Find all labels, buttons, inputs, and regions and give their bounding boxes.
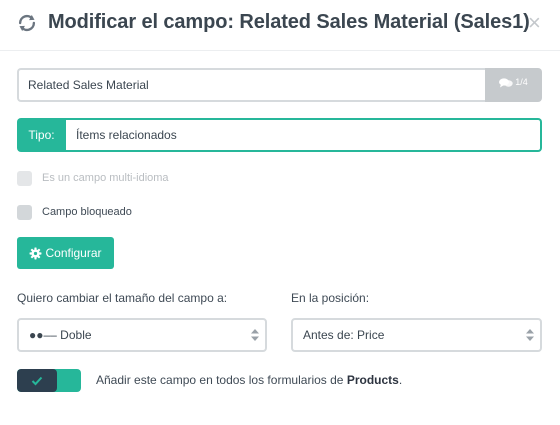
size-select-value: ●●‒‒ Doble xyxy=(29,328,92,342)
close-icon[interactable]: × xyxy=(528,10,541,36)
select-arrows-icon xyxy=(251,329,259,341)
position-label: En la posición: xyxy=(291,291,370,305)
configure-button-label: Configurar xyxy=(45,246,102,260)
multi-language-label: Es un campo multi-idioma xyxy=(42,172,169,184)
modal-header: Modificar el campo: Related Sales Materi… xyxy=(0,0,560,51)
add-to-all-forms-toggle[interactable] xyxy=(17,369,81,392)
toggle-description: Añadir este campo en todos los formulari… xyxy=(96,373,402,387)
select-arrows-icon xyxy=(526,329,534,341)
position-select-value: Antes de: Price xyxy=(303,328,385,342)
configure-button[interactable]: Configurar xyxy=(17,237,114,269)
language-button[interactable]: 1/4 xyxy=(485,68,542,102)
toggle-knob xyxy=(17,369,57,392)
check-icon xyxy=(31,376,43,385)
field-type-label: Tipo: xyxy=(17,118,66,152)
field-name-input[interactable] xyxy=(17,68,496,102)
locked-checkbox-row: Campo bloqueado xyxy=(17,204,132,220)
size-label: Quiero cambiar el tamaño del campo a: xyxy=(17,291,228,305)
toggle-text-entity: Products xyxy=(346,373,399,387)
field-type-row: Tipo: Ítems relacionados xyxy=(17,118,542,152)
refresh-icon[interactable] xyxy=(16,12,38,34)
field-name-row: 1/4 xyxy=(17,68,542,102)
size-select[interactable]: ●●‒‒ Doble xyxy=(17,318,267,352)
toggle-text-suffix: . xyxy=(398,373,403,387)
gear-icon xyxy=(30,247,42,259)
multi-language-checkbox-row: Es un campo multi-idioma xyxy=(17,170,169,186)
locked-label: Campo bloqueado xyxy=(42,206,132,218)
language-counter: 1/4 xyxy=(515,77,528,87)
position-select[interactable]: Antes de: Price xyxy=(291,318,542,352)
field-type-value: Ítems relacionados xyxy=(66,118,542,152)
locked-checkbox[interactable] xyxy=(17,204,32,220)
multi-language-checkbox[interactable] xyxy=(17,170,32,186)
speech-bubbles-icon xyxy=(499,78,513,88)
modal-title: Modificar el campo: Related Sales Materi… xyxy=(48,11,530,33)
toggle-text-prefix: Añadir este campo en todos los formulari… xyxy=(96,373,347,387)
